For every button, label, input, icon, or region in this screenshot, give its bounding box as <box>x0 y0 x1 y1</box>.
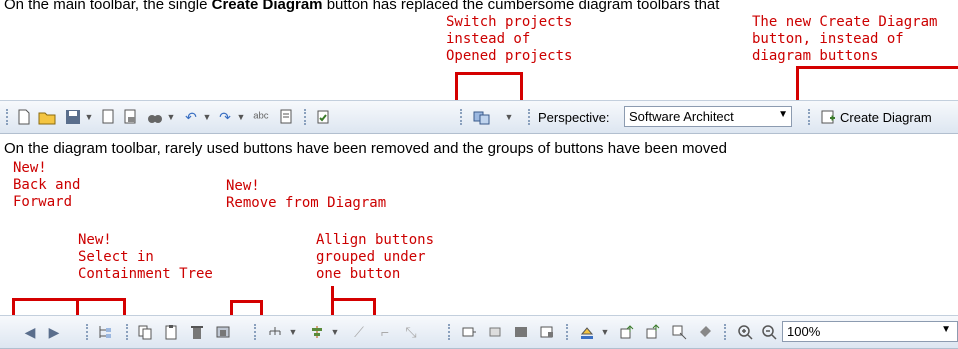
align-dropdown-icon[interactable]: ▼ <box>330 322 340 342</box>
find-icon[interactable] <box>144 107 166 127</box>
diagram-grip-4[interactable] <box>448 324 453 340</box>
toolbar-grip-5[interactable] <box>808 109 813 125</box>
fill-shape-icon[interactable] <box>510 322 532 342</box>
annotation-select-tree: New! Select in Containment Tree <box>78 232 213 282</box>
bracket-back-top <box>12 298 79 301</box>
toolbar-grip[interactable] <box>6 109 11 125</box>
zoom-value: 100% <box>787 324 821 339</box>
copy-icon[interactable] <box>134 322 156 342</box>
desc-bold: Create Diagram <box>211 0 323 13</box>
forward-arrow-icon[interactable]: ▶ <box>44 322 64 342</box>
bracket-switch-top <box>455 72 523 75</box>
save-dropdown-icon[interactable]: ▼ <box>84 107 94 127</box>
toolbar-grip-2[interactable] <box>304 109 309 125</box>
validate-icon[interactable] <box>312 107 334 127</box>
diagram-grip-1[interactable] <box>86 324 91 340</box>
diagram-grip-2[interactable] <box>126 324 131 340</box>
main-toolbar-description: On the main toolbar, the single Create D… <box>4 0 719 13</box>
zoom-select[interactable]: 100% ▼ <box>782 321 958 342</box>
annotation-align: Allign buttons grouped under one button <box>316 232 435 282</box>
remove-from-diagram-icon[interactable] <box>212 322 234 342</box>
diagram-toolbar: ◀ ▶ ▼ ▼ ⟋ ⌐ ⤡ ▼ 100% ▼ <box>0 315 958 349</box>
create-diagram-button[interactable]: Create Diagram <box>820 106 932 128</box>
shadow-icon[interactable] <box>536 322 558 342</box>
bring-to-front-icon[interactable] <box>642 322 664 342</box>
perspective-select[interactable]: Software Architect ▼ <box>624 106 792 127</box>
create-diagram-icon <box>820 109 836 125</box>
toolbar-grip-3[interactable] <box>460 109 465 125</box>
bracket-create-top <box>796 66 958 69</box>
redo-icon[interactable]: ↷ <box>214 107 236 127</box>
undo-dropdown-icon[interactable]: ▼ <box>202 107 212 127</box>
bracket-select-top <box>76 298 126 301</box>
diagram-grip-3[interactable] <box>254 324 259 340</box>
print-preview-icon[interactable] <box>98 107 118 127</box>
switch-projects-icon[interactable] <box>470 107 494 127</box>
annotation-create-diagram: The new Create Diagram button, instead o… <box>752 14 938 64</box>
undo-icon[interactable]: ↶ <box>180 107 202 127</box>
fill-color-dropdown-icon[interactable]: ▼ <box>600 322 610 342</box>
paste-icon[interactable] <box>160 322 182 342</box>
print-icon[interactable] <box>120 107 140 127</box>
select-shapes-icon[interactable] <box>668 322 690 342</box>
format-painter-icon[interactable] <box>694 322 716 342</box>
diagram-grip-6[interactable] <box>724 324 729 340</box>
symbol-properties-icon[interactable] <box>458 322 480 342</box>
zoom-chevron-down-icon: ▼ <box>941 324 951 335</box>
properties-icon[interactable] <box>276 107 296 127</box>
perspective-value: Software Architect <box>629 109 734 124</box>
switch-projects-dropdown-icon[interactable]: ▼ <box>504 107 514 127</box>
grid-icon[interactable] <box>484 322 506 342</box>
save-icon[interactable] <box>62 107 84 127</box>
zoom-out-icon[interactable] <box>758 322 780 342</box>
bring-forward-icon[interactable] <box>616 322 638 342</box>
desc-suffix: button has replaced the cumbersome diagr… <box>322 0 720 13</box>
zoom-in-icon[interactable] <box>734 322 756 342</box>
align-icon[interactable] <box>306 322 328 342</box>
main-toolbar: ▼ ▼ ↶ ▼ ↷ ▼ ᵃᵇᶜ ▼ Perspective: Software … <box>0 100 958 134</box>
bracket-align-top <box>331 298 376 301</box>
fill-color-icon[interactable] <box>576 322 598 342</box>
delete-icon[interactable] <box>186 322 208 342</box>
chevron-down-icon: ▼ <box>778 109 788 120</box>
desc-prefix: On the main toolbar, the single <box>4 0 212 13</box>
annotation-back-forward: New! Back and Forward <box>13 160 81 210</box>
spell-check-icon[interactable]: ᵃᵇᶜ <box>250 107 272 127</box>
connector-bezier-icon[interactable]: ⤡ <box>400 322 422 342</box>
annotation-switch-projects: Switch projects instead of Opened projec… <box>446 14 573 64</box>
diagram-toolbar-description: On the diagram toolbar, rarely used butt… <box>4 140 727 157</box>
bracket-remove-top <box>230 300 263 303</box>
layout-dropdown-icon[interactable]: ▼ <box>288 322 298 342</box>
new-file-icon[interactable] <box>14 107 34 127</box>
back-arrow-icon[interactable]: ◀ <box>20 322 40 342</box>
toolbar-grip-4[interactable] <box>528 109 533 125</box>
select-in-tree-icon[interactable] <box>94 322 116 342</box>
diagram-grip-5[interactable] <box>566 324 571 340</box>
connector-straight-icon[interactable]: ⟋ <box>348 322 370 342</box>
find-dropdown-icon[interactable]: ▼ <box>166 107 176 127</box>
connector-rectilinear-icon[interactable]: ⌐ <box>374 322 396 342</box>
redo-dropdown-icon[interactable]: ▼ <box>236 107 246 127</box>
annotation-remove-diagram: New! Remove from Diagram <box>226 178 387 211</box>
open-folder-icon[interactable] <box>36 107 58 127</box>
create-diagram-label: Create Diagram <box>840 109 932 125</box>
layout-icon[interactable] <box>264 322 286 342</box>
perspective-label: Perspective: <box>538 110 610 125</box>
